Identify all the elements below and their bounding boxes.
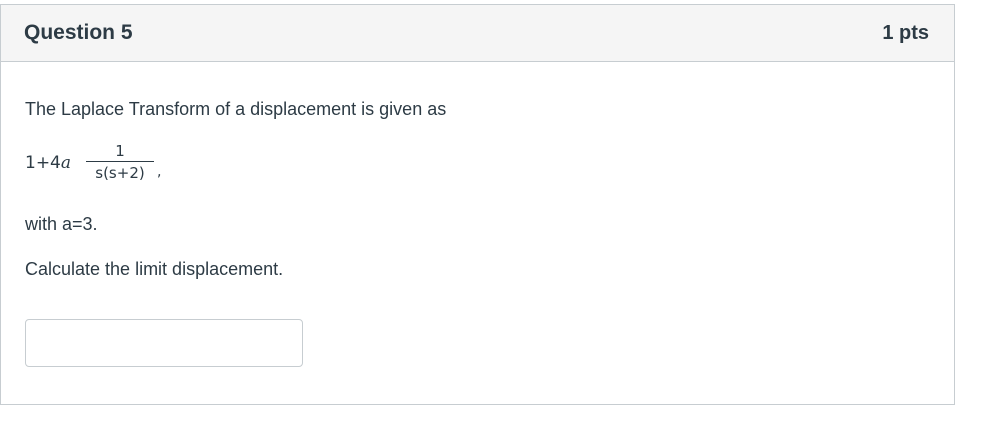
question-points: 1 pts <box>882 21 929 44</box>
formula-prefix-variable: a <box>60 153 72 173</box>
question-title: Question 5 <box>24 21 133 44</box>
question-prompt-text: Calculate the limit displacement. <box>25 259 284 279</box>
formula-suffix: , <box>157 164 162 180</box>
formula-prefix: 1+4a <box>25 153 71 173</box>
question-intro-text: The Laplace Transform of a displacement … <box>25 99 447 119</box>
formula-fraction: 1 s(s+2) <box>86 142 154 182</box>
question-given-text: with a=3. <box>25 214 98 234</box>
formula-fraction-bar <box>86 161 154 162</box>
formula-numerator: 1 <box>115 142 125 160</box>
formula-prefix-constant: 1+4 <box>25 153 61 173</box>
formula-denominator: s(s+2) <box>95 164 145 182</box>
question-header: Question 5 1 pts <box>1 5 954 62</box>
answer-input[interactable] <box>25 319 303 367</box>
question-card: Question 5 1 pts The Laplace Transform o… <box>0 4 955 405</box>
